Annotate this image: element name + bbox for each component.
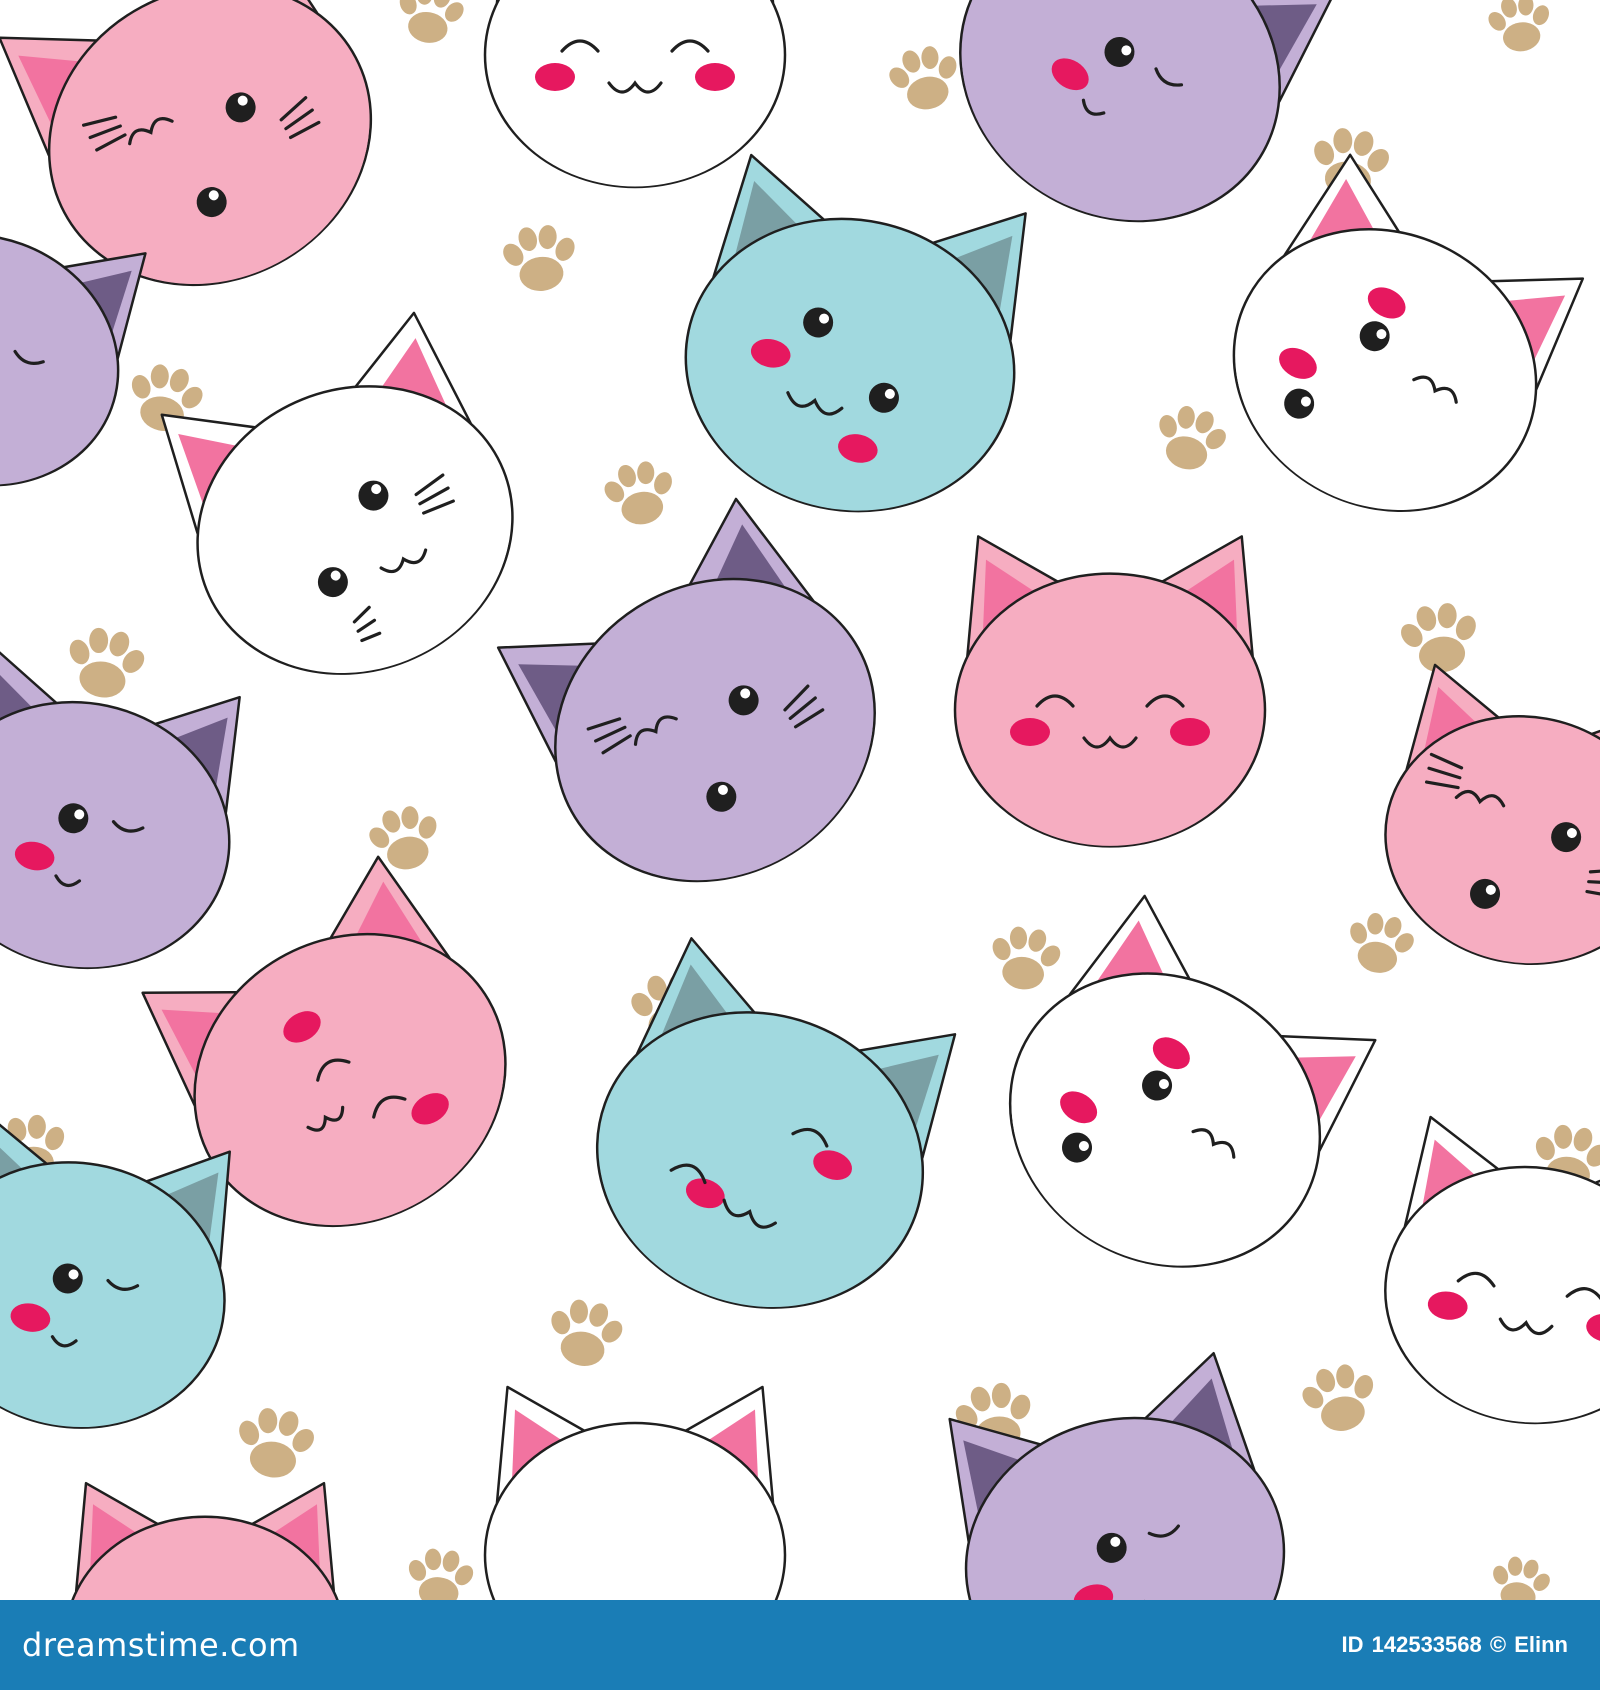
cat-faces xyxy=(0,0,1600,1600)
paw-print-icon xyxy=(239,1408,314,1478)
paw-print-icon xyxy=(992,926,1061,990)
pattern-image: dreamstime.com ID 142533568 © Elinn xyxy=(0,0,1600,1690)
cat-face xyxy=(1232,153,1585,512)
paw-print-icon xyxy=(1350,912,1414,973)
paw-print-icon xyxy=(399,0,464,43)
cat-face xyxy=(496,497,876,883)
paw-print-icon xyxy=(889,46,957,110)
cat-face xyxy=(595,937,957,1309)
id-label: ID xyxy=(1341,1632,1364,1657)
copyright-icon: © xyxy=(1489,1632,1507,1657)
footer-bar: dreamstime.com ID 142533568 © Elinn xyxy=(0,1600,1600,1690)
image-id: 142533568 xyxy=(1371,1632,1482,1657)
paw-print-icon xyxy=(1401,603,1476,673)
image-credit: ID 142533568 © Elinn xyxy=(1340,1632,1569,1658)
cat-face xyxy=(684,153,1027,513)
cat-face xyxy=(483,0,787,189)
paw-print-icon xyxy=(408,1548,474,1600)
cat-face xyxy=(953,535,1267,848)
cat-face xyxy=(160,311,514,675)
paw-print-icon xyxy=(604,461,672,525)
paw-print-icon xyxy=(1302,1364,1374,1431)
cat-face xyxy=(1008,894,1377,1268)
cat-pattern xyxy=(0,0,1600,1600)
site-logo[interactable]: dreamstime.com xyxy=(22,1626,300,1664)
cat-face xyxy=(948,1351,1286,1600)
paw-print-icon xyxy=(1493,1556,1550,1600)
paw-print-icon xyxy=(69,627,145,698)
paw-print-icon xyxy=(503,225,575,291)
author-name[interactable]: Elinn xyxy=(1514,1632,1568,1657)
cat-face xyxy=(71,1481,339,1600)
cat-face xyxy=(0,642,241,970)
paw-print-icon xyxy=(551,1299,623,1366)
paw-print-icon xyxy=(1159,405,1226,470)
paw-print-icon xyxy=(1488,0,1549,52)
cat-face xyxy=(483,1385,787,1600)
